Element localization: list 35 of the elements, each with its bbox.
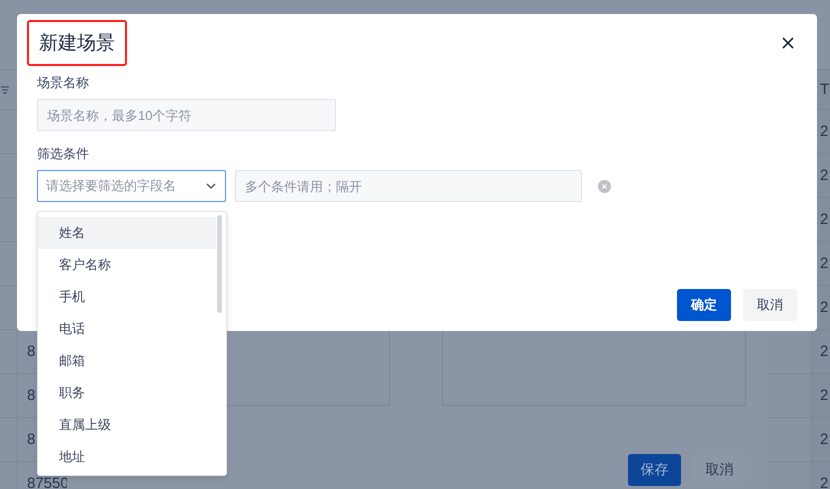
save-button[interactable]: 保存 <box>628 454 681 486</box>
table-cell: 2 <box>820 431 828 448</box>
chevron-down-icon <box>206 183 216 189</box>
cancel-button[interactable]: 取消 <box>743 289 797 321</box>
dropdown-option[interactable]: 职务 <box>38 377 216 409</box>
dialog-title: 新建场景 <box>27 20 127 66</box>
table-cell: 2 <box>820 211 828 228</box>
dropdown-option[interactable]: 电话 <box>38 313 216 345</box>
condition-field[interactable]: 多个条件请用；隔开 <box>235 170 582 202</box>
dropdown-option[interactable]: 手机 <box>38 281 216 313</box>
dropdown-option[interactable]: 姓名 <box>38 217 216 249</box>
table-cell: 2 <box>820 167 828 184</box>
dropdown-option[interactable]: 客户名称 <box>38 249 216 281</box>
dropdown-option[interactable]: 地址 <box>38 441 216 473</box>
table-cell: 2 <box>820 123 828 140</box>
table-cell: 2 <box>820 255 828 272</box>
table-cell: 2 <box>820 343 828 360</box>
table-cell: 87550 <box>27 475 69 489</box>
dropdown-option[interactable]: 直属上级 <box>38 409 216 441</box>
scrollbar[interactable] <box>217 215 222 313</box>
table-cell: 2 <box>820 475 828 489</box>
field-label: 场景名称 <box>37 74 89 92</box>
clear-icon[interactable] <box>598 180 611 192</box>
dropdown-option[interactable]: 邮箱 <box>38 345 216 377</box>
confirm-button[interactable]: 确定 <box>677 289 731 321</box>
table-cell: 2 <box>820 387 828 404</box>
sort-icon[interactable] <box>1 86 9 94</box>
table-cell: 8 <box>27 387 36 404</box>
table-cell: T <box>820 81 830 98</box>
table-cell: 8 <box>27 343 36 360</box>
scene-name-field[interactable]: 场景名称，最多10个字符 <box>37 99 336 131</box>
table-cell: 8 <box>27 431 36 448</box>
field-label: 筛选条件 <box>37 145 89 163</box>
close-icon[interactable] <box>782 37 794 49</box>
table-cell: 2 <box>820 299 828 316</box>
